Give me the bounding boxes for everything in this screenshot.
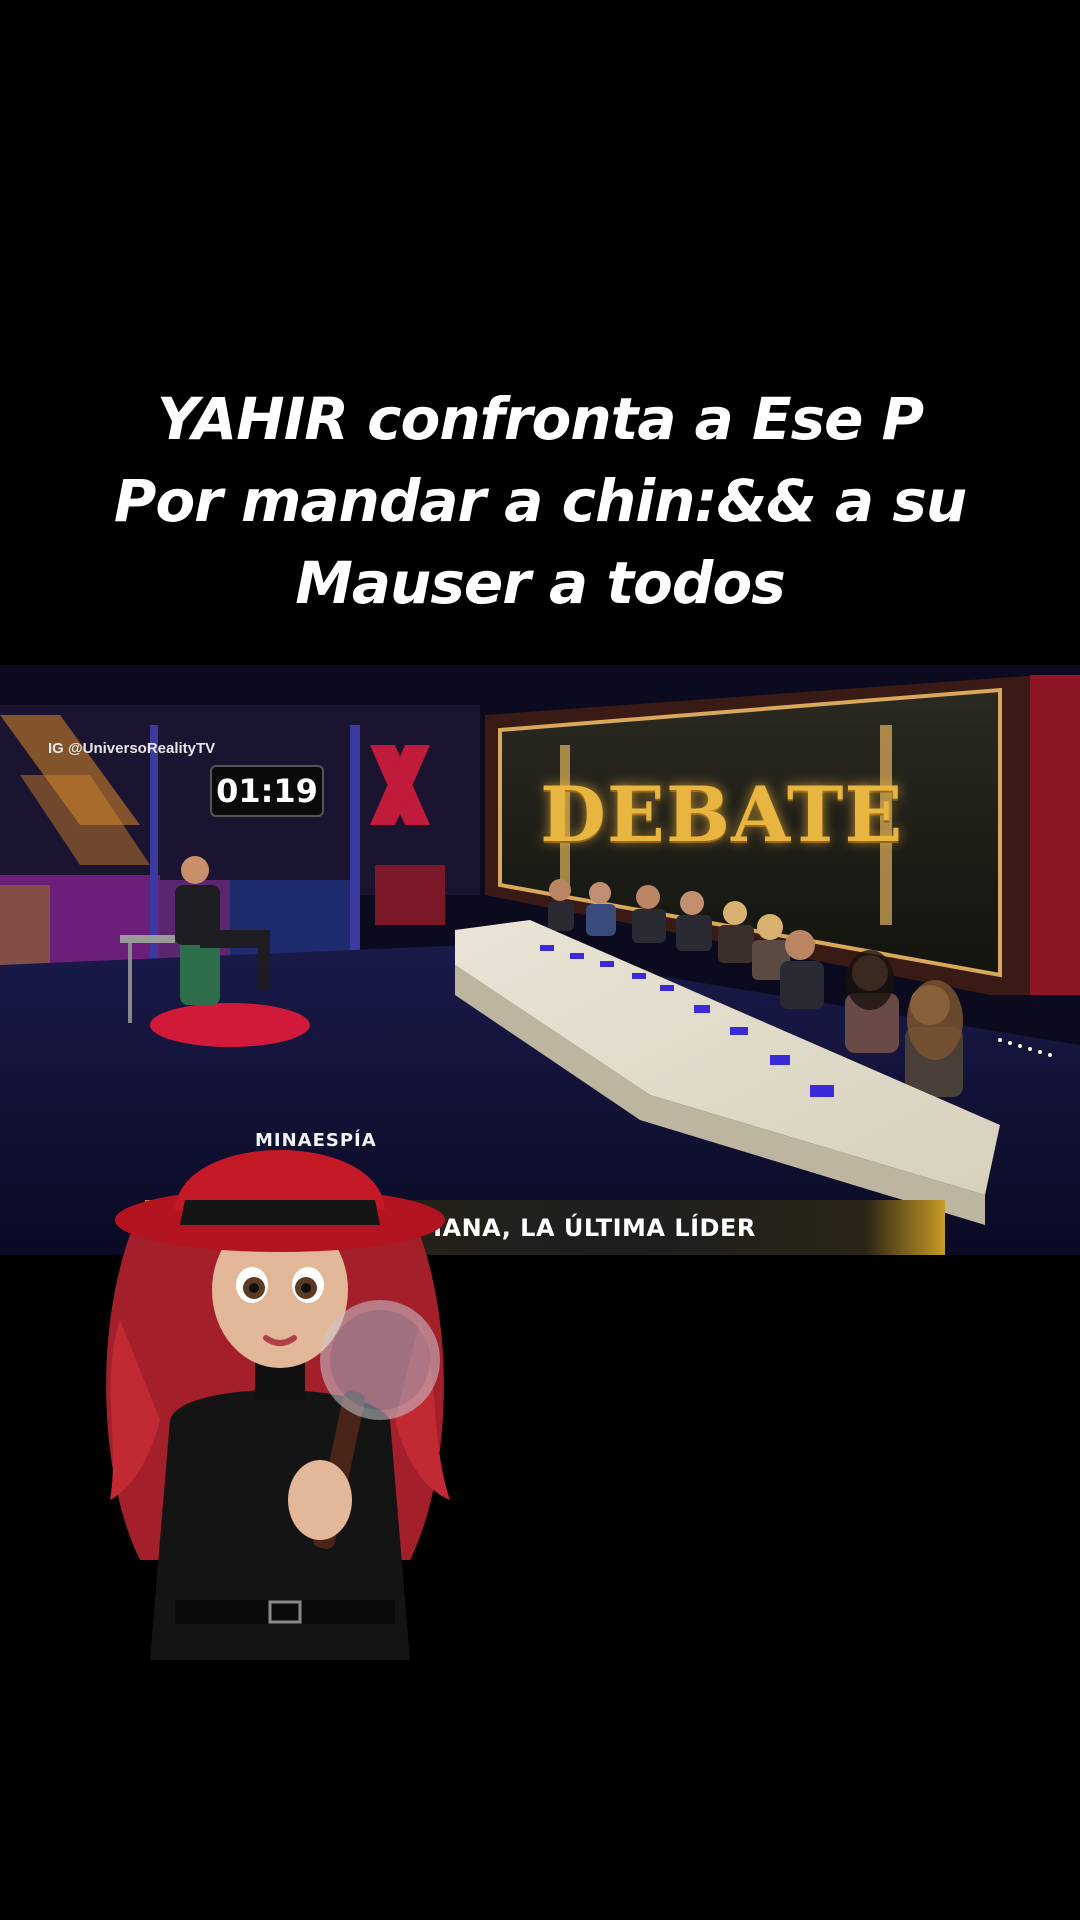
instagram-watermark: IG @UniversoRealityTV (48, 740, 216, 757)
caption-line-1: YAHIR confronta a Ese P (156, 385, 924, 453)
video-caption: YAHIR confronta a Ese P Por mandar a chi… (0, 378, 1080, 624)
debate-sign: DEBATE (540, 770, 904, 859)
countdown-timer: 01:19 (210, 765, 324, 817)
hat-label: MINAESPÍA (255, 1130, 377, 1151)
caption-line-2: Por mandar a chin:&& a su (113, 467, 967, 535)
caption-line-3: Mauser a todos (295, 549, 786, 617)
